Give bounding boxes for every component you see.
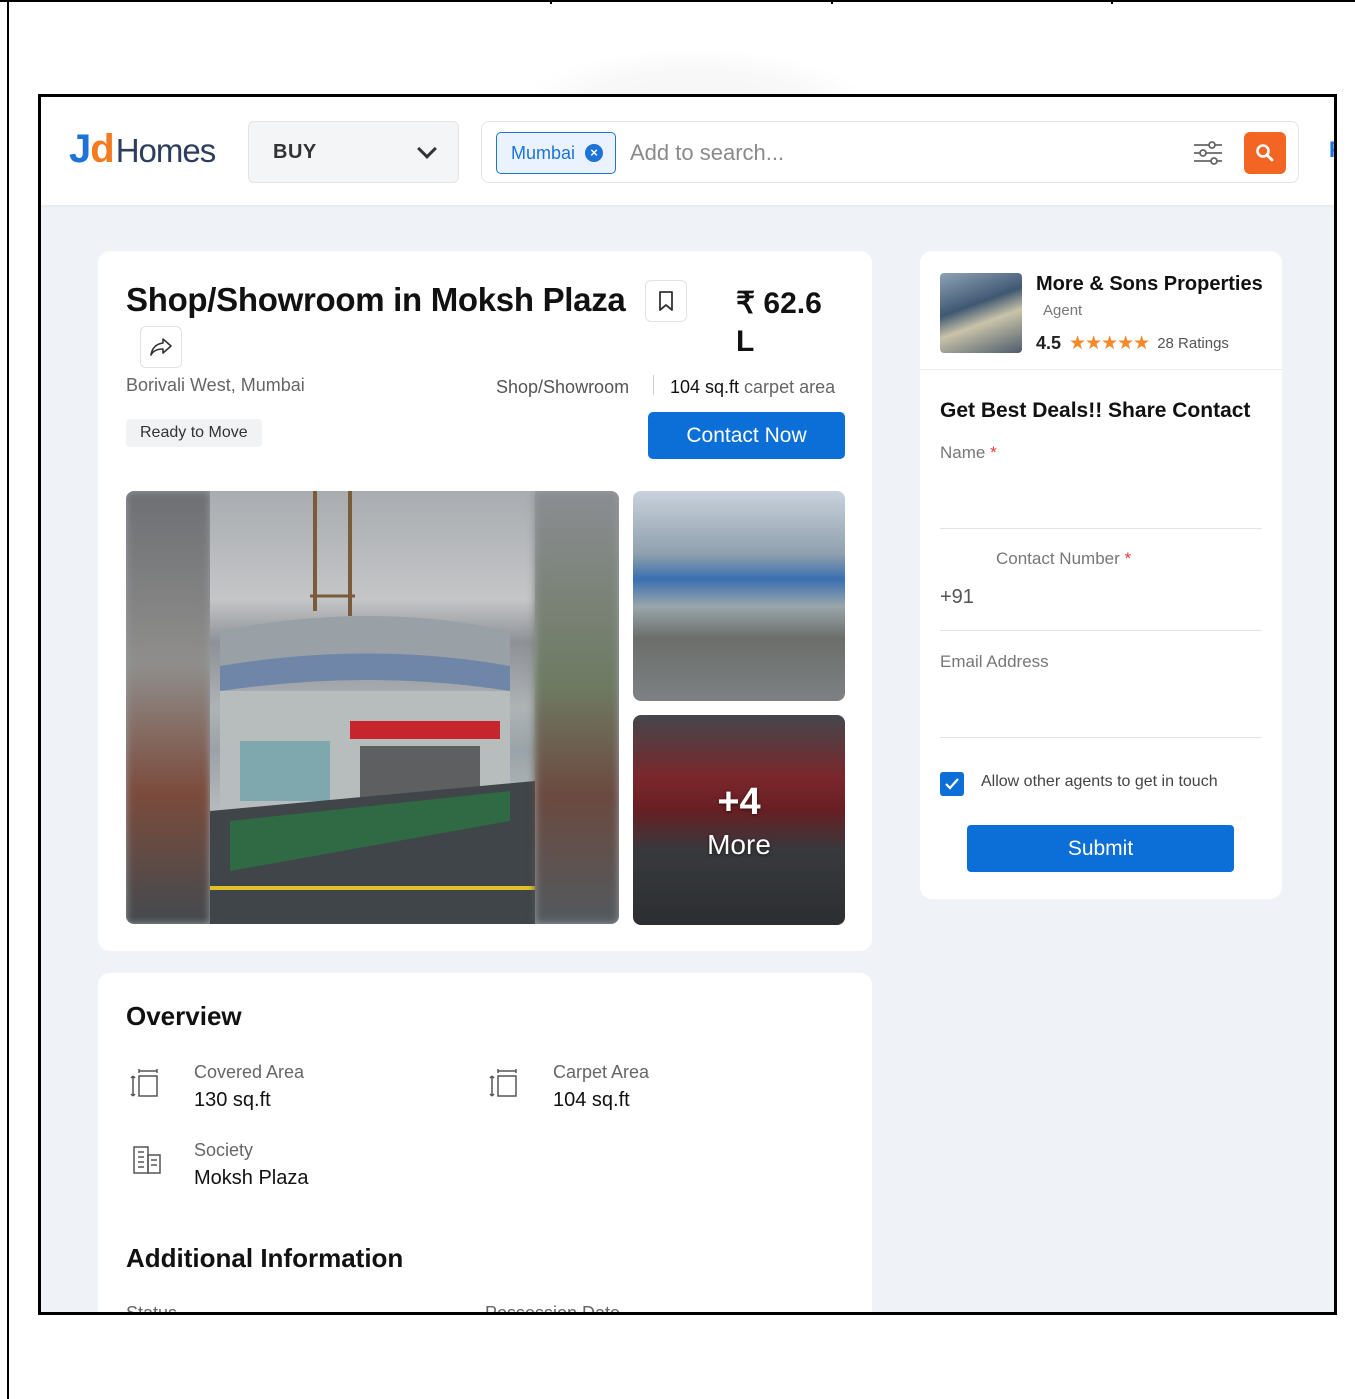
field-underline: [940, 737, 1262, 738]
divider: [920, 369, 1282, 370]
search-icon: [1256, 144, 1274, 162]
phone-country-code: +91: [940, 586, 974, 608]
jdhomes-logo[interactable]: Jd Homes: [69, 127, 217, 172]
required-mark: *: [990, 443, 997, 462]
agent-rating: 4.5 ★★★★★ 28 Ratings: [1036, 332, 1229, 355]
more-photos-label: More: [707, 829, 771, 860]
header-overflow-link[interactable]: F: [1329, 137, 1334, 163]
carpet-area-value: 104 sq.ft: [670, 377, 740, 397]
city-chip[interactable]: Mumbai ×: [496, 132, 617, 174]
share-icon: [150, 338, 172, 356]
name-field[interactable]: [940, 487, 1262, 519]
listing-title: Shop/Showroom in Moksh Plaza: [126, 281, 626, 318]
browser-viewport: Jd Homes BUY Mumbai × Add to search... S…: [38, 94, 1337, 1315]
checkmark-icon: [945, 778, 959, 790]
logo-d: d: [90, 127, 114, 171]
close-icon[interactable]: ×: [585, 144, 604, 162]
agent-contact-card: More & Sons Properties Agent 4.5 ★★★★★ 2…: [920, 251, 1282, 899]
rating-value: 4.5: [1036, 333, 1062, 353]
search-input[interactable]: [630, 134, 1150, 172]
logo-homes: Homes: [115, 132, 217, 169]
agent-role: Agent: [1043, 302, 1083, 319]
more-photos-thumbnail[interactable]: +4 More: [633, 715, 845, 925]
filter-sliders-icon[interactable]: [1192, 138, 1224, 168]
agent-avatar: [940, 273, 1022, 353]
field-underline: [940, 630, 1262, 631]
building-icon: [133, 1146, 161, 1174]
star-rating-icon: ★★★★★: [1069, 333, 1150, 354]
carpet-area-suffix: carpet area: [739, 377, 836, 397]
price-unit: L: [736, 325, 755, 358]
covered-area-label: Covered Area: [194, 1062, 305, 1082]
rating-count: 28 Ratings: [1157, 335, 1229, 352]
listing-location: Borivali West, Mumbai: [126, 375, 305, 395]
search-bar: Mumbai ×: [481, 121, 1299, 183]
share-button[interactable]: [140, 326, 182, 368]
contact-number-label: Contact Number *: [996, 549, 1131, 569]
chevron-down-icon: [417, 139, 437, 159]
allow-agents-label[interactable]: Allow other agents to get in touch: [981, 773, 1218, 791]
property-photo-thumbnail[interactable]: [633, 491, 845, 701]
bookmark-icon: [659, 291, 673, 311]
search-button[interactable]: [1244, 132, 1286, 174]
name-field-label: Name *: [940, 443, 997, 463]
allow-agents-checkbox[interactable]: [940, 772, 964, 796]
divider: [653, 375, 654, 395]
logo-j: J: [69, 127, 91, 171]
field-underline: [940, 528, 1262, 529]
buy-rent-dropdown[interactable]: BUY: [248, 121, 459, 183]
carpet-area-label: Carpet Area: [553, 1062, 650, 1082]
city-chip-label: Mumbai: [511, 142, 576, 163]
required-mark: *: [1124, 549, 1132, 568]
property-type: Shop/Showroom: [496, 377, 630, 397]
price-amount: ₹ 62.6: [736, 287, 822, 320]
contact-number-field[interactable]: [984, 583, 1262, 615]
listing-card: Shop/Showroom in Moksh Plaza ₹ 62.6 L Bo…: [98, 251, 872, 951]
agent-name[interactable]: More & Sons Properties: [1036, 273, 1263, 296]
status-badge: Ready to Move: [126, 419, 262, 447]
overview-card: Overview Covered Area 130 sq.ft Carpet A…: [98, 973, 872, 1315]
society-label: Society: [194, 1140, 254, 1160]
carpet-area-overview-value: 104 sq.ft: [553, 1089, 630, 1111]
bookmark-button[interactable]: [645, 280, 687, 322]
main-property-photo[interactable]: [126, 491, 619, 924]
listing-price: ₹ 62.6 L: [736, 285, 846, 361]
photo-image: [210, 491, 535, 924]
covered-area-value: 130 sq.ft: [194, 1089, 271, 1111]
email-field[interactable]: [940, 691, 1262, 723]
site-header: Jd Homes BUY Mumbai × Add to search...: [41, 97, 1334, 205]
photo-blur-left: [126, 491, 210, 924]
submit-button[interactable]: Submit: [967, 825, 1234, 872]
overview-heading: Overview: [126, 1001, 242, 1031]
more-photos-count: +4: [717, 781, 761, 823]
possession-date-label: Possession Date: [485, 1303, 621, 1315]
email-field-label: Email Address: [940, 652, 1049, 671]
area-resize-icon: [489, 1069, 517, 1097]
name-label-text: Name: [940, 443, 986, 462]
additional-info-heading: Additional Information: [126, 1243, 404, 1273]
carpet-area-summary: 104 sq.ft carpet area: [670, 377, 835, 398]
status-label: Status: [126, 1303, 178, 1315]
dropdown-selected-value: BUY: [273, 140, 317, 163]
area-resize-icon: [130, 1069, 158, 1097]
photo-blur-right: [535, 491, 619, 924]
contact-now-button[interactable]: Contact Now: [648, 412, 845, 459]
society-value[interactable]: Moksh Plaza: [194, 1167, 309, 1190]
contact-form-title: Get Best Deals!! Share Contact: [940, 399, 1251, 422]
contact-label-text: Contact Number: [996, 549, 1120, 568]
building-photo-illustration: [210, 491, 535, 924]
